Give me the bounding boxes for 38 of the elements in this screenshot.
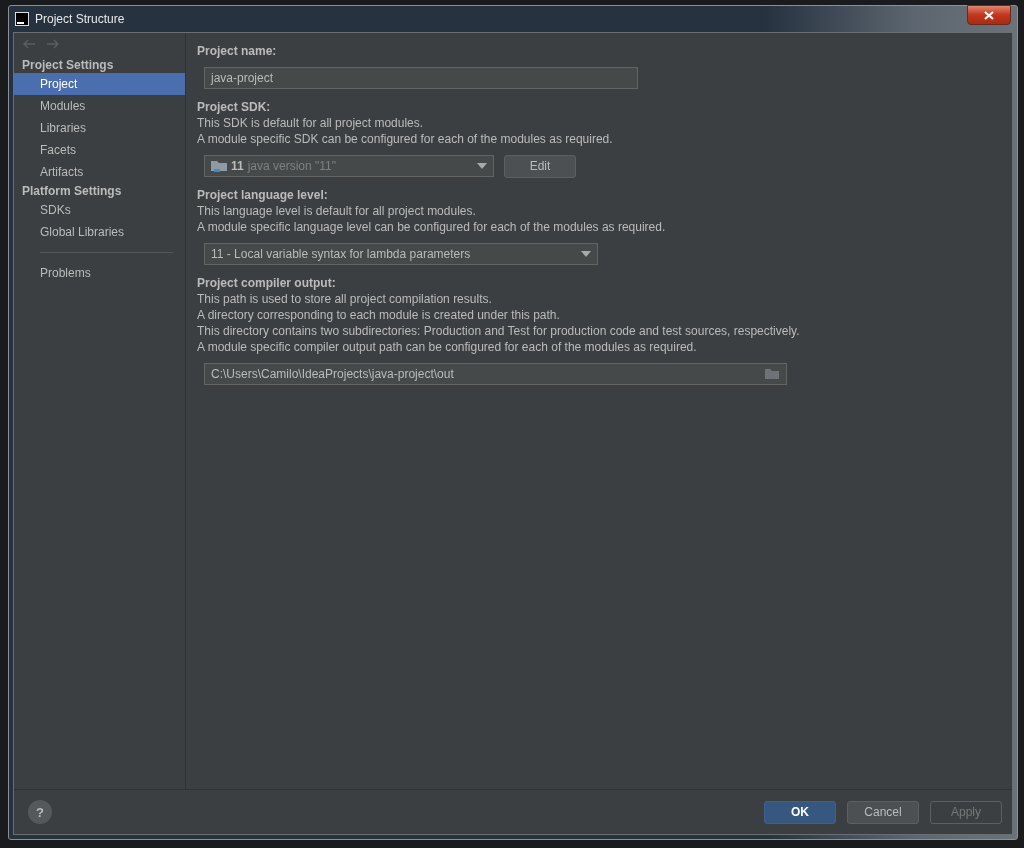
edit-button[interactable]: Edit bbox=[504, 154, 576, 178]
sidebar-item[interactable]: Global Libraries bbox=[14, 221, 185, 243]
folder-icon bbox=[211, 159, 227, 173]
description-text: This language level is default for all project modules. bbox=[197, 203, 477, 219]
sidebar-item[interactable]: Project bbox=[14, 73, 185, 95]
help-button[interactable]: ? bbox=[28, 800, 52, 824]
section-title: Project language level: bbox=[197, 187, 329, 203]
section-title: Project name: bbox=[197, 43, 278, 59]
description-text: This directory contains two subdirectories: Production and Test for production code and test sources, respectively. bbox=[197, 323, 801, 339]
caret-icon bbox=[581, 251, 591, 257]
close-button[interactable] bbox=[967, 5, 1011, 25]
sidebar-item[interactable]: Problems bbox=[14, 262, 185, 284]
description-text: This SDK is default for all project modules. bbox=[197, 115, 425, 131]
app-logo-icon bbox=[15, 12, 29, 26]
section-header: Platform Settings bbox=[21, 183, 123, 199]
window-title: Project Structure bbox=[35, 12, 125, 26]
dialog-button[interactable]: Cancel bbox=[847, 800, 919, 824]
section-title: Project compiler output: bbox=[197, 275, 337, 291]
sidebar-item[interactable]: Modules bbox=[14, 95, 185, 117]
section-header: Project Settings bbox=[21, 57, 115, 73]
project-name-field[interactable]: java-project bbox=[204, 67, 638, 89]
description-text: This path is used to store all project compilation results. bbox=[197, 291, 493, 307]
sidebar-item[interactable]: Artifacts bbox=[14, 161, 185, 183]
language-level-dropdown[interactable]: 11 - Local variable syntax for lambda parameters bbox=[204, 243, 598, 265]
folder-icon[interactable] bbox=[765, 368, 780, 380]
output-path-field[interactable]: C:\Users\Camilo\IdeaProjects\java-project\out bbox=[204, 363, 787, 385]
sidebar-item[interactable]: SDKs bbox=[14, 199, 185, 221]
description-text: A module specific compiler output path can be configured for each of the modules as required. bbox=[197, 339, 698, 355]
sidebar-item[interactable]: Libraries bbox=[14, 117, 185, 139]
dialog-button[interactable]: OK bbox=[764, 800, 836, 824]
sidebar-item[interactable]: Facets bbox=[14, 139, 185, 161]
close-icon bbox=[984, 10, 994, 20]
section-title: Project SDK: bbox=[197, 99, 272, 115]
description-text: A directory corresponding to each module is created under this path. bbox=[197, 307, 561, 323]
description-text: A module specific language level can be configured for each of the modules as required. bbox=[197, 219, 667, 235]
description-text: A module specific SDK can be configured for each of the modules as required. bbox=[197, 131, 614, 147]
caret-icon bbox=[477, 163, 487, 169]
sdk-dropdown[interactable]: 11 java version "11" bbox=[204, 155, 494, 177]
